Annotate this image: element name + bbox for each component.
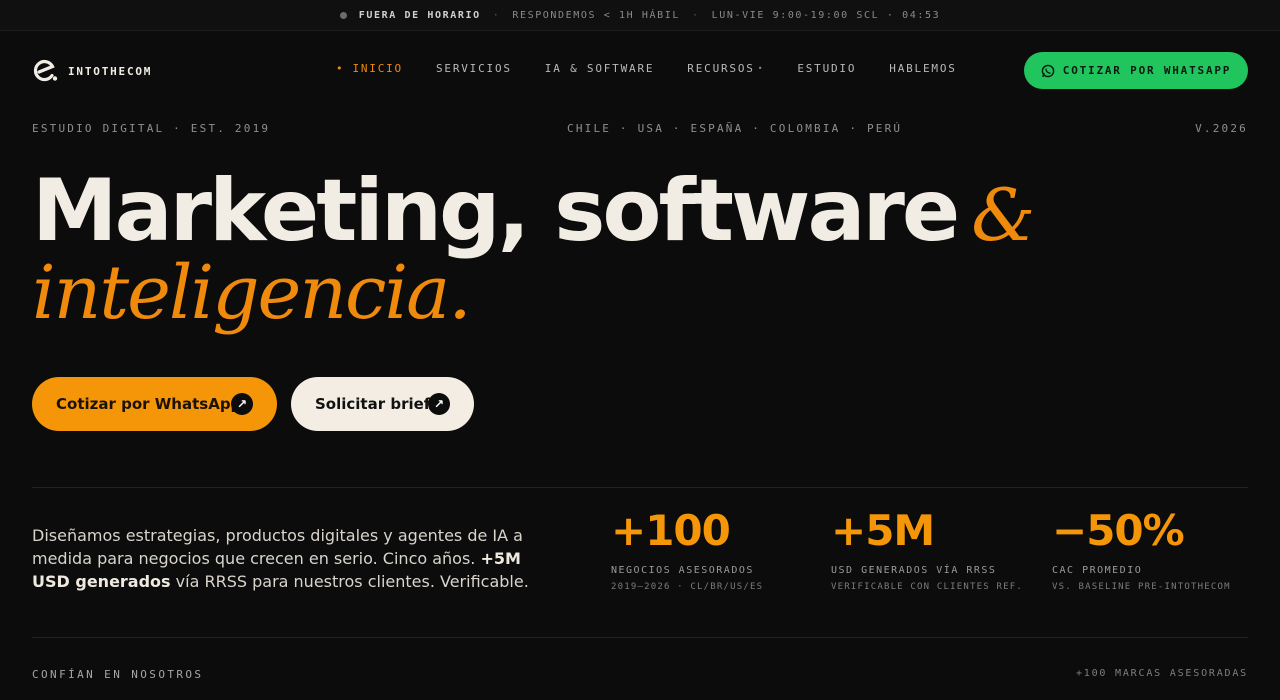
- stat-usd: +5M USD GENERADOS VÍA RRSS VERIFICABLE C…: [831, 506, 1023, 593]
- arrow-up-right-icon: ↗: [231, 393, 253, 415]
- version-label: V.2026: [1195, 122, 1248, 135]
- cotizar-whatsapp-button[interactable]: Cotizar por WhatsApp ↗: [32, 377, 277, 431]
- nav-item-recursos[interactable]: RECURSOS •: [687, 62, 764, 75]
- intro-text: vía RRSS para nuestros clientes. Verific…: [170, 572, 529, 591]
- stat-subtext: VERIFICABLE CON CLIENTES REF.: [831, 582, 1023, 592]
- status-dot-icon: [339, 11, 347, 19]
- solicitar-brief-button[interactable]: Solicitar brief ↗: [291, 377, 474, 431]
- status-text: FUERA DE HORARIO: [358, 9, 481, 21]
- cta-secondary-label: Solicitar brief: [315, 395, 431, 413]
- nav-label: RECURSOS: [687, 62, 755, 75]
- hero-headline: Marketing, software &: [32, 168, 1035, 254]
- countries-list: CHILE · USA · ESPAÑA · COLOMBIA · PERÚ: [567, 122, 903, 135]
- separator: ·: [492, 9, 501, 21]
- stat-label: USD GENERADOS VÍA RRSS: [831, 565, 997, 576]
- brand-logo[interactable]: INTOTHECOM: [32, 59, 152, 83]
- main-nav: • INICIO SERVICIOS IA & SOFTWARE RECURSOS…: [336, 62, 990, 75]
- nav-label: ESTUDIO: [797, 62, 857, 75]
- intro-text: Diseñamos estrategias, productos digital…: [32, 526, 523, 568]
- active-dot: •: [336, 62, 345, 75]
- brands-count: +100 MARCAS ASESORADAS: [1075, 668, 1248, 679]
- nav-item-inicio[interactable]: • INICIO: [336, 62, 403, 75]
- intro-paragraph: Diseñamos estrategias, productos digital…: [32, 524, 532, 593]
- stat-label: CAC PROMEDIO: [1052, 565, 1143, 576]
- dropdown-dot-icon: •: [757, 64, 765, 73]
- nav-label: IA & SOFTWARE: [544, 62, 655, 75]
- nav-label: HABLEMOS: [889, 62, 957, 75]
- stat-negocios: +100 NEGOCIOS ASESORADOS 2019–2026 · CL/…: [611, 506, 764, 593]
- brand-name: INTOTHECOM: [68, 64, 153, 78]
- cta-primary-label: Cotizar por WhatsApp: [56, 395, 242, 413]
- stat-subtext: VS. BASELINE PRE-INTOTHECOM: [1052, 582, 1231, 592]
- response-time: RESPONDEMOS < 1H HÁBIL: [512, 9, 680, 21]
- nav-label: SERVICIOS: [435, 62, 512, 75]
- intothecom-logo-icon: [32, 59, 58, 83]
- nav-item-hablemos[interactable]: HABLEMOS: [889, 62, 956, 75]
- divider: [32, 637, 1248, 638]
- nav-item-ia-software[interactable]: IA & SOFTWARE: [545, 62, 655, 75]
- stat-label: NEGOCIOS ASESORADOS: [611, 565, 754, 576]
- separator: ·: [691, 9, 700, 21]
- nav-item-estudio[interactable]: ESTUDIO: [797, 62, 856, 75]
- status-bar: FUERA DE HORARIO · RESPONDEMOS < 1H HÁBI…: [0, 0, 1280, 31]
- whatsapp-icon: [1041, 64, 1055, 77]
- whatsapp-quote-button[interactable]: COTIZAR POR WHATSAPP: [1024, 52, 1248, 89]
- stat-value: −50%: [1052, 506, 1185, 555]
- arrow-up-right-icon: ↗: [428, 393, 450, 415]
- stat-value: +5M: [831, 506, 935, 555]
- divider: [32, 487, 1248, 488]
- trust-heading: CONFÍAN EN NOSOTROS: [32, 668, 204, 681]
- office-hours: LUN-VIE 9:00-19:00 SCL · 04:53: [711, 9, 941, 21]
- hero-ampersand: &: [971, 173, 1036, 257]
- hero-line-2: inteligencia.: [32, 250, 472, 336]
- stat-subtext: 2019–2026 · CL/BR/US/ES: [611, 582, 764, 592]
- nav-label: INICIO: [352, 62, 403, 75]
- stat-cac: −50% CAC PROMEDIO VS. BASELINE PRE-INTOT…: [1052, 506, 1231, 593]
- studio-tagline: ESTUDIO DIGITAL · EST. 2019: [32, 122, 271, 135]
- nav-item-servicios[interactable]: SERVICIOS: [436, 62, 512, 75]
- stat-value: +100: [611, 506, 731, 555]
- whatsapp-button-label: COTIZAR POR WHATSAPP: [1062, 64, 1232, 77]
- hero-line-1: Marketing, software: [32, 161, 960, 261]
